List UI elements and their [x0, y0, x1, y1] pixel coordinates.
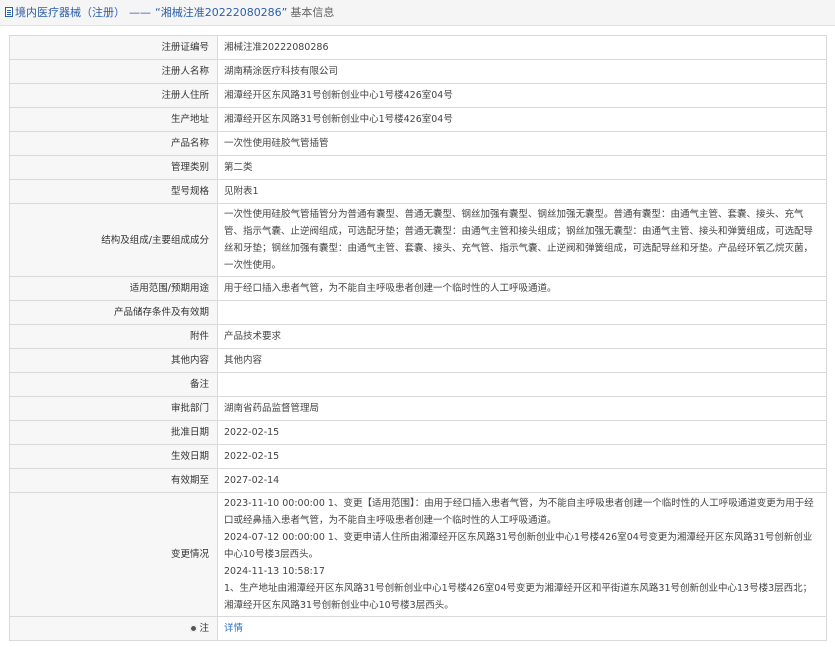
table-row: 附件 产品技术要求 — [9, 324, 827, 349]
row-label: 管理类别 — [9, 155, 218, 180]
registration-info-table: 注册证编号 湘械注准20222080286 注册人名称 湖南精涂医疗科技有限公司 注… — [9, 35, 827, 641]
table-row: 产品储存条件及有效期 — [9, 300, 827, 325]
gear-icon — [190, 625, 198, 632]
row-label: 审批部门 — [9, 396, 218, 421]
row-label: 型号规格 — [9, 179, 218, 204]
table-row: 备注 — [9, 372, 827, 397]
change-entry: 2024-07-12 00:00:00 1、变更申请人住所由湘潭经开区东风路31… — [224, 532, 813, 560]
change-history-row: 变更情况 2023-11-10 00:00:00 1、变更【适用范围】：由用于经… — [9, 492, 827, 617]
change-entry: 1、生产地址由湘潭经开区东风路31号创新创业中心1号楼426室04号变更为湘潭经… — [224, 583, 813, 611]
table-row: 审批部门 湖南省药品监督管理局 — [9, 396, 827, 421]
title-separator: —— — [129, 6, 151, 19]
change-entry: 2024-11-13 10:58:17 — [224, 566, 325, 577]
row-label: 结构及组成/主要组成成分 — [9, 203, 218, 277]
row-label: 产品储存条件及有效期 — [9, 300, 218, 325]
row-label: 注 — [199, 623, 209, 634]
row-label: 注册人住所 — [9, 83, 218, 108]
detail-label-cell: 注 — [9, 616, 218, 641]
table-row: 注册证编号 湘械注准20222080286 — [9, 35, 827, 60]
row-value: 第二类 — [217, 155, 827, 180]
page-header: 境内医疗器械（注册） —— “湘械注准20222080286” 基本信息 — [0, 0, 835, 26]
document-icon — [5, 7, 13, 17]
table-row: 注册人住所 湘潭经开区东风路31号创新创业中心1号楼426室04号 — [9, 83, 827, 108]
row-label: 其他内容 — [9, 348, 218, 373]
table-row: 批准日期 2022-02-15 — [9, 420, 827, 445]
row-value: 湘械注准20222080286 — [217, 35, 827, 60]
table-row: 管理类别 第二类 — [9, 155, 827, 180]
row-value — [217, 372, 827, 397]
row-label: 批准日期 — [9, 420, 218, 445]
row-value: 2027-02-14 — [217, 468, 827, 493]
detail-value-cell: 详情 — [217, 616, 827, 641]
row-value — [217, 300, 827, 325]
table-row: 有效期至 2027-02-14 — [9, 468, 827, 493]
title-registration-number: “湘械注准20222080286” — [155, 6, 288, 19]
row-value: 湘潭经开区东风路31号创新创业中心1号楼426室04号 — [217, 83, 827, 108]
row-label: 附件 — [9, 324, 218, 349]
table-row: 生产地址 湘潭经开区东风路31号创新创业中心1号楼426室04号 — [9, 107, 827, 132]
title-suffix: 基本信息 — [290, 6, 335, 19]
row-label: 有效期至 — [9, 468, 218, 493]
row-value: 2022-02-15 — [217, 444, 827, 469]
row-label: 生效日期 — [9, 444, 218, 469]
details-link[interactable]: 详情 — [224, 623, 243, 634]
change-entry: 2023-11-10 00:00:00 1、变更【适用范围】：由用于经口插入患者… — [224, 498, 814, 526]
row-label: 产品名称 — [9, 131, 218, 156]
row-label: 备注 — [9, 372, 218, 397]
table-row: 结构及组成/主要组成成分 一次性使用硅胶气管插管分为普通有囊型、普通无囊型、钢丝加… — [9, 203, 827, 277]
row-value: 其他内容 — [217, 348, 827, 373]
row-label: 变更情况 — [9, 492, 218, 617]
row-value: 用于经口插入患者气管，为不能自主呼吸患者创建一个临时性的人工呼吸通道。 — [217, 276, 827, 301]
row-value: 湖南省药品监督管理局 — [217, 396, 827, 421]
row-value: 产品技术要求 — [217, 324, 827, 349]
title-category: 境内医疗器械（注册） — [15, 6, 125, 19]
row-value: 一次性使用硅胶气管插管分为普通有囊型、普通无囊型、钢丝加强有囊型、钢丝加强无囊型… — [217, 203, 827, 277]
row-label: 适用范围/预期用途 — [9, 276, 218, 301]
table-row: 注册人名称 湖南精涂医疗科技有限公司 — [9, 59, 827, 84]
table-row: 其他内容 其他内容 — [9, 348, 827, 373]
row-value: 见附表1 — [217, 179, 827, 204]
row-value: 湘潭经开区东风路31号创新创业中心1号楼426室04号 — [217, 107, 827, 132]
change-history: 2023-11-10 00:00:00 1、变更【适用范围】：由用于经口插入患者… — [217, 492, 827, 617]
detail-row: 注 详情 — [9, 616, 827, 641]
row-label: 注册人名称 — [9, 59, 218, 84]
row-value: 一次性使用硅胶气管插管 — [217, 131, 827, 156]
row-label: 注册证编号 — [9, 35, 218, 60]
row-value: 2022-02-15 — [217, 420, 827, 445]
row-value: 湖南精涂医疗科技有限公司 — [217, 59, 827, 84]
row-label: 生产地址 — [9, 107, 218, 132]
table-row: 生效日期 2022-02-15 — [9, 444, 827, 469]
page-title: 境内医疗器械（注册） —— “湘械注准20222080286” 基本信息 — [15, 6, 334, 20]
table-row: 型号规格 见附表1 — [9, 179, 827, 204]
table-row: 产品名称 一次性使用硅胶气管插管 — [9, 131, 827, 156]
table-row: 适用范围/预期用途 用于经口插入患者气管，为不能自主呼吸患者创建一个临时性的人工呼… — [9, 276, 827, 301]
